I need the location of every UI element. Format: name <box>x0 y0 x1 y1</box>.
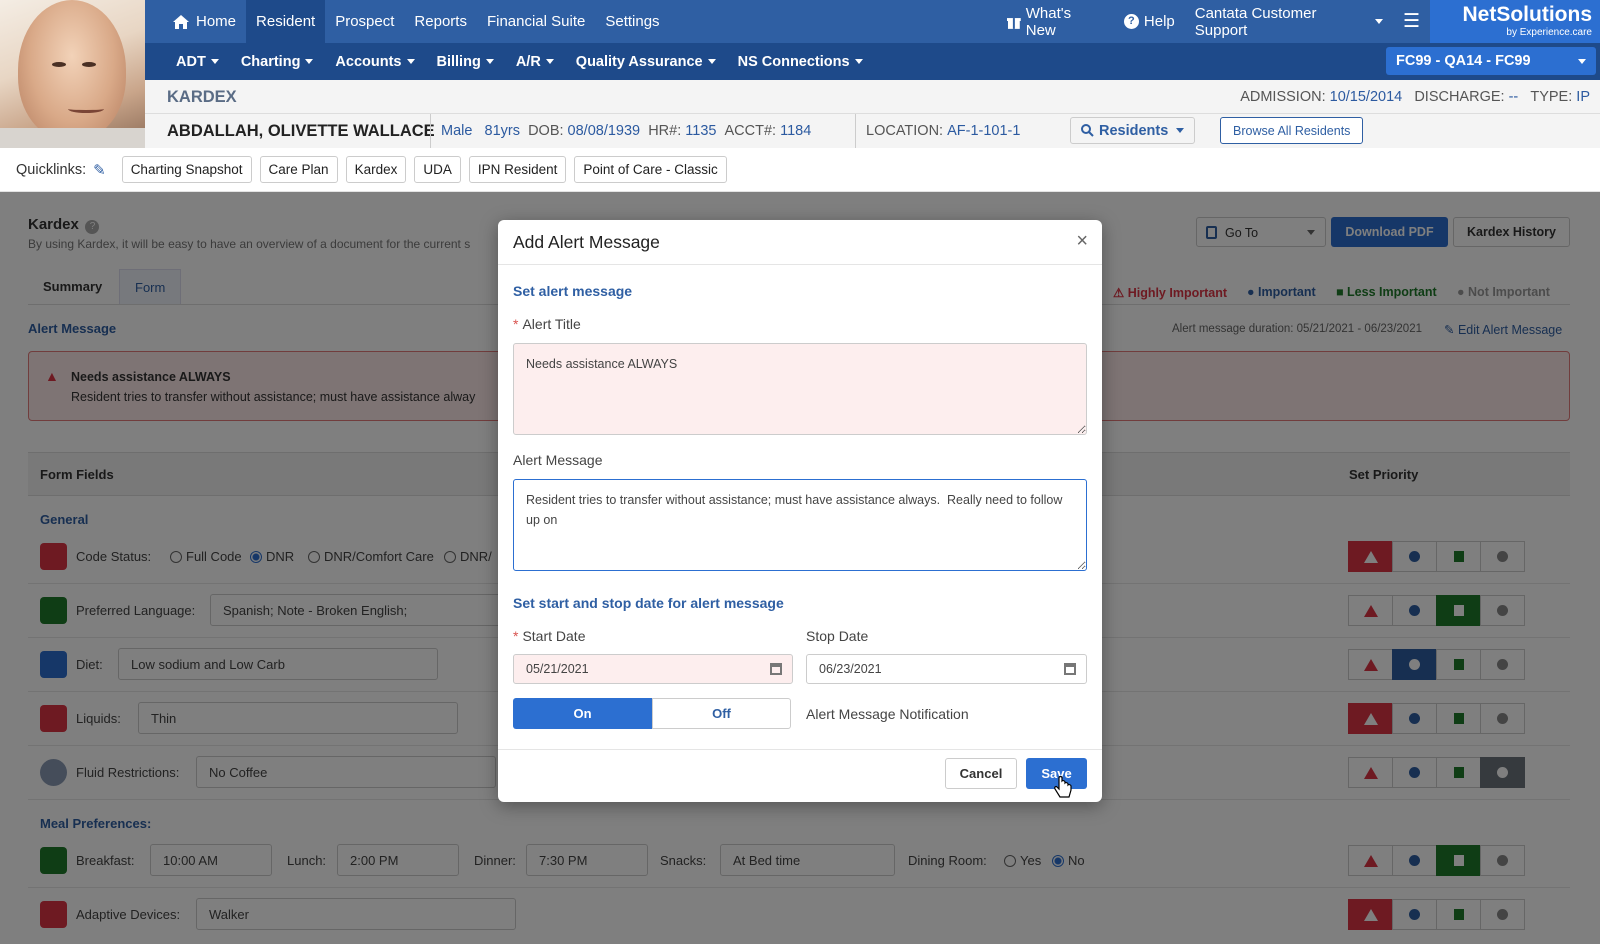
menu-charting[interactable]: Charting <box>230 54 325 70</box>
menu-accounts[interactable]: Accounts <box>324 54 425 70</box>
cancel-button[interactable]: Cancel <box>945 758 1017 789</box>
home-icon <box>173 14 189 29</box>
add-alert-modal: Add Alert Message × Set alert message * A… <box>498 220 1102 802</box>
quicklinks-bar: Quicklinks: ✎ Charting Snapshot Care Pla… <box>0 148 1600 192</box>
caret-down-icon <box>210 59 219 65</box>
nav-financial-suite[interactable]: Financial Suite <box>477 0 595 43</box>
modal-header: Add Alert Message × <box>498 220 1102 265</box>
patient-demographics: Male 81yrs DOB: 08/08/1939 HR#: 1135 ACC… <box>430 114 811 148</box>
caret-down-icon <box>707 59 716 65</box>
caret-down-icon <box>305 59 314 65</box>
caret-down-icon <box>485 59 494 65</box>
calendar-icon[interactable] <box>770 663 782 675</box>
menu-ar[interactable]: A/R <box>505 54 565 70</box>
quicklink-point-of-care[interactable]: Point of Care - Classic <box>574 156 727 183</box>
patient-name: ABDALLAH, OLIVETTE WALLACE <box>167 122 435 140</box>
sub-navbar: ADT Charting Accounts Billing A/R Qualit… <box>145 43 1600 80</box>
netsolutions-logo: NetSolutions by Experience.care <box>1430 0 1600 43</box>
hamburger-menu-icon[interactable]: ☰ <box>1393 0 1430 43</box>
calendar-icon[interactable] <box>1064 663 1076 675</box>
nav-settings[interactable]: Settings <box>595 0 669 43</box>
quicklink-uda[interactable]: UDA <box>414 156 461 183</box>
nav-home[interactable]: Home <box>163 0 246 43</box>
customer-support-menu[interactable]: Cantata Customer Support <box>1185 0 1393 43</box>
menu-ns-connections[interactable]: NS Connections <box>727 54 874 70</box>
caret-down-icon <box>406 59 415 65</box>
help-icon: ? <box>1123 14 1139 29</box>
caret-down-icon <box>854 59 863 65</box>
alert-message-textarea[interactable]: Resident tries to transfer without assis… <box>513 479 1087 571</box>
start-date-label: * Start Date <box>513 628 586 644</box>
notification-off-toggle[interactable]: Off <box>652 698 791 729</box>
edit-quicklinks-icon[interactable]: ✎ <box>93 161 106 179</box>
admission-info: ADMISSION: 10/15/2014 DISCHARGE: -- TYPE… <box>1240 89 1590 105</box>
stop-date-input[interactable]: 06/23/2021 <box>806 654 1087 684</box>
browse-all-residents-button[interactable]: Browse All Residents <box>1220 117 1364 144</box>
top-navbar: Home Resident Prospect Reports Financial… <box>145 0 1430 43</box>
patient-location: LOCATION: AF-1-101-1 <box>855 114 1020 148</box>
kardex-label: KARDEX <box>167 88 237 106</box>
nav-reports[interactable]: Reports <box>404 0 477 43</box>
gift-icon <box>1007 17 1021 29</box>
notification-label: Alert Message Notification <box>806 706 969 722</box>
quicklink-charting-snapshot[interactable]: Charting Snapshot <box>121 156 252 183</box>
whats-new-link[interactable]: What's New <box>997 0 1114 43</box>
patient-info-bar: ABDALLAH, OLIVETTE WALLACE Male 81yrs DO… <box>145 114 1600 148</box>
help-link[interactable]: ? Help <box>1114 0 1185 43</box>
nav-resident[interactable]: Resident <box>246 0 326 43</box>
nav-prospect[interactable]: Prospect <box>325 0 404 43</box>
date-section-heading: Set start and stop date for alert messag… <box>513 595 784 611</box>
caret-down-icon <box>1578 59 1586 64</box>
resident-photo <box>0 0 145 148</box>
kardex-header-bar: KARDEX ADMISSION: 10/15/2014 DISCHARGE: … <box>145 80 1600 114</box>
quicklink-kardex[interactable]: Kardex <box>345 156 407 183</box>
caret-down-icon <box>545 59 554 65</box>
quicklink-care-plan[interactable]: Care Plan <box>259 156 338 183</box>
search-icon <box>1081 124 1094 137</box>
menu-adt[interactable]: ADT <box>165 54 230 70</box>
stop-date-label: Stop Date <box>806 628 869 644</box>
facility-selector[interactable]: FC99 - QA14 - FC99 <box>1386 47 1596 75</box>
residents-dropdown[interactable]: Residents <box>1070 117 1196 144</box>
notification-on-toggle[interactable]: On <box>513 698 652 729</box>
alert-title-label: * Alert Title <box>513 316 581 332</box>
alert-title-textarea[interactable]: Needs assistance ALWAYS <box>513 343 1087 435</box>
set-alert-heading: Set alert message <box>513 283 633 299</box>
menu-quality-assurance[interactable]: Quality Assurance <box>565 54 727 70</box>
quicklink-ipn-resident[interactable]: IPN Resident <box>468 156 567 183</box>
menu-billing[interactable]: Billing <box>426 54 505 70</box>
caret-down-icon <box>1374 19 1383 24</box>
start-date-input[interactable]: 05/21/2021 <box>513 654 793 684</box>
alert-message-label: Alert Message <box>513 452 603 468</box>
pointer-cursor-icon <box>1054 776 1072 798</box>
close-icon[interactable]: × <box>1076 230 1088 253</box>
